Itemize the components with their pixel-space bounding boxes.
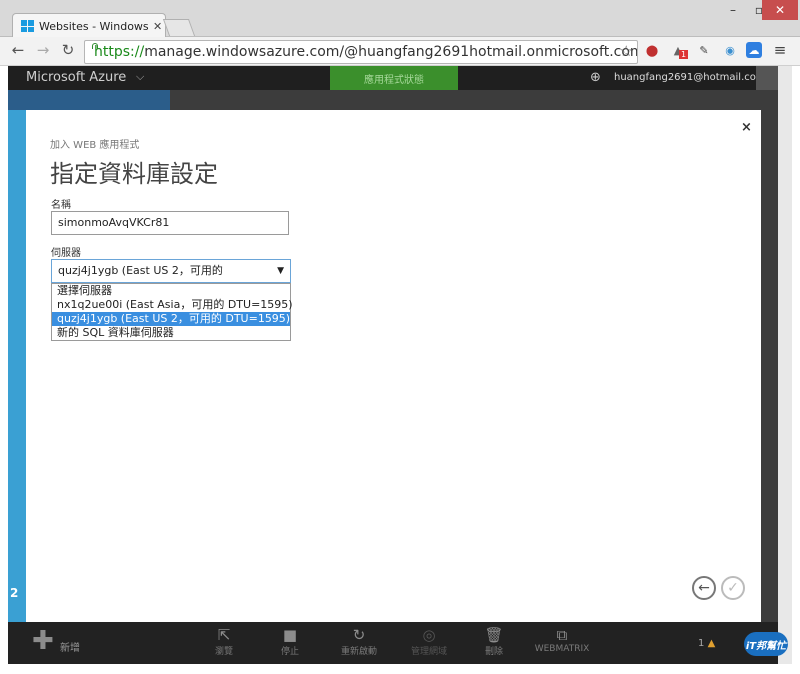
add-web-app-dialog: 2 × 加入 WEB 應用程式 指定資料庫設定 名稱 simonmoAvqVKC… <box>8 110 761 622</box>
chevron-down-icon[interactable]: ⌵ <box>136 70 144 84</box>
notification-indicator[interactable]: 1 ▲ <box>698 638 715 649</box>
location-pin-icon[interactable]: ⬤ <box>644 42 660 58</box>
browse-button[interactable]: ⇱ 瀏覽 <box>204 626 244 657</box>
restart-icon: ↻ <box>352 626 366 644</box>
status-banner[interactable]: 應用程式狀態 <box>330 66 458 90</box>
new-tab-button[interactable] <box>162 19 196 36</box>
extension-badge: 1 <box>679 50 689 59</box>
server-label: 伺服器 <box>51 248 81 259</box>
bookmark-star-icon[interactable]: ☆ <box>620 42 633 60</box>
step-number: 2 <box>10 586 19 600</box>
reload-icon[interactable]: ↻ <box>58 40 78 60</box>
webmatrix-label: WEBMATRIX <box>534 644 590 654</box>
breadcrumb: 加入 WEB 應用程式 <box>50 140 140 151</box>
manage-domains-button[interactable]: ◎ 管理網域 <box>404 626 454 657</box>
server-option[interactable]: 選擇伺服器 <box>52 284 290 298</box>
close-icon[interactable]: × <box>741 120 752 135</box>
webmatrix-icon: ⧉ <box>556 626 568 644</box>
command-bar: ✚ 新增 ⇱ 瀏覽 ■ 停止 ↻ 重新啟動 ◎ 管理網域 🗑 刪除 ⧉ WEBM… <box>8 622 788 664</box>
camera-icon[interactable]: ◉ <box>722 42 738 58</box>
browser-tab-strip: Websites - Windows Azu ✕ – ▫ ✕ <box>0 0 800 38</box>
server-select[interactable]: quzj4j1ygb (East US 2，可用的 DTU=1595) ▼ <box>51 259 291 299</box>
forward-arrow-icon[interactable]: → <box>33 40 53 60</box>
delete-label: 刪除 <box>484 647 503 657</box>
cloud-icon[interactable]: ☁ <box>746 42 762 58</box>
warning-icon: ▲ <box>707 638 716 649</box>
trash-icon: 🗑 <box>484 626 504 644</box>
server-dropdown-list: 選擇伺服器 nx1q2ue00i (East Asia，可用的 DTU=1595… <box>51 283 293 341</box>
evernote-icon[interactable]: ✎ <box>696 42 712 58</box>
windows-logo-icon <box>21 20 34 32</box>
minimize-icon[interactable]: – <box>720 0 746 20</box>
stop-label: 停止 <box>280 647 299 657</box>
restart-button[interactable]: ↻ 重新啟動 <box>334 626 384 657</box>
bell-extension-icon[interactable]: ▲ 1 <box>670 42 689 59</box>
azure-brand[interactable]: Microsoft Azure <box>26 70 126 85</box>
server-option[interactable]: nx1q2ue00i (East Asia，可用的 DTU=1595) <box>52 298 293 312</box>
server-option-highlighted[interactable]: quzj4j1ygb (East US 2，可用的 DTU=1595) <box>52 312 290 326</box>
stop-button[interactable]: ■ 停止 <box>270 626 310 657</box>
address-bar[interactable]: https:// manage.windowsazure.com/@huangf… <box>84 40 638 64</box>
user-email[interactable]: huangfang2691@hotmail.com <box>614 72 766 83</box>
manage-domains-label: 管理網域 <box>410 647 447 657</box>
watermark-logo: iT邦幫忙 <box>744 632 788 656</box>
avatar[interactable] <box>756 66 778 90</box>
plus-icon[interactable]: ✚ <box>32 628 54 654</box>
menu-icon[interactable]: ≡ <box>772 41 788 59</box>
azure-header: Microsoft Azure ⌵ 應用程式狀態 ⊕ huangfang2691… <box>8 66 778 90</box>
dimmed-nav-header <box>8 90 170 110</box>
delete-button[interactable]: 🗑 刪除 <box>476 626 512 657</box>
notification-count: 1 <box>698 638 705 649</box>
dropdown-arrow-icon: ▼ <box>277 266 284 276</box>
url-text: manage.windowsazure.com/@huangfang2691ho… <box>144 44 638 60</box>
back-button[interactable]: ← <box>692 576 716 600</box>
browser-tab[interactable]: Websites - Windows Azu ✕ <box>12 13 166 38</box>
page-scrollbar[interactable] <box>778 66 792 664</box>
browse-icon: ⇱ <box>217 626 231 644</box>
tab-close-icon[interactable]: ✕ <box>153 20 162 33</box>
wizard-step-strip: 2 <box>8 110 26 622</box>
name-label: 名稱 <box>51 200 71 211</box>
restart-label: 重新啟動 <box>340 647 377 657</box>
name-input[interactable]: simonmoAvqVKCr81 <box>51 211 289 235</box>
url-scheme: https:// <box>94 44 145 60</box>
location-icon: ◎ <box>422 626 436 644</box>
back-arrow-icon[interactable]: ← <box>8 40 28 60</box>
window-close-icon[interactable]: ✕ <box>762 0 798 20</box>
globe-icon[interactable]: ⊕ <box>590 70 601 85</box>
server-option[interactable]: 新的 SQL 資料庫伺服器 <box>52 326 290 340</box>
webmatrix-button[interactable]: ⧉ WEBMATRIX <box>532 626 592 654</box>
tab-title: Websites - Windows Azu <box>39 19 151 33</box>
complete-check-button[interactable]: ✓ <box>721 576 745 600</box>
browse-label: 瀏覽 <box>214 647 233 657</box>
browser-toolbar: ← → ↻ https:// manage.windowsazure.com/@… <box>0 37 800 66</box>
new-button[interactable]: 新增 <box>60 639 80 654</box>
stop-icon: ■ <box>282 626 298 644</box>
page-title: 指定資料庫設定 <box>50 160 218 188</box>
